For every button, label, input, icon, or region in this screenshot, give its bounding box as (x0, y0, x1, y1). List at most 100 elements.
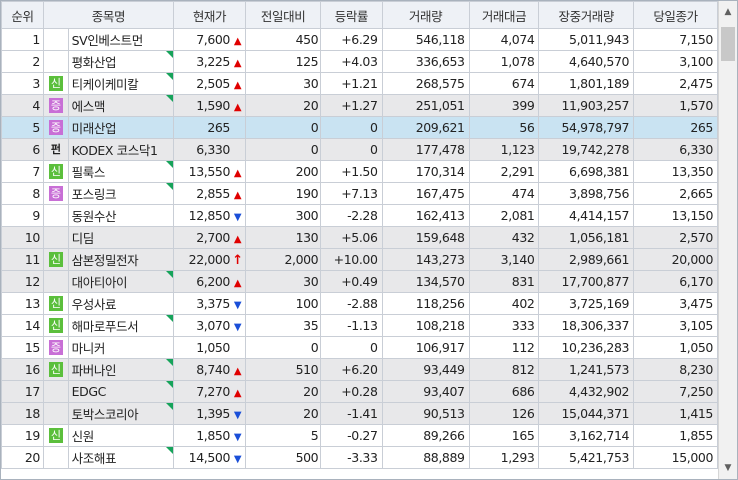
stock-name[interactable]: 사조해표 (72, 451, 117, 466)
header-name[interactable]: 종목명 (42, 1, 174, 29)
cell-name[interactable]: KODEX 코스닥1 (67, 138, 174, 161)
cell-change: 20 (244, 402, 322, 425)
header-intraday-volume[interactable]: 장중거래량 (538, 1, 635, 29)
cell-name[interactable]: 포스링크 (67, 182, 174, 205)
scroll-up-icon[interactable]: ▲ (719, 1, 737, 23)
stock-name[interactable]: 해마로푸드서 (72, 319, 139, 334)
stock-name[interactable]: 디딤 (72, 231, 95, 246)
cell-close: 15,000 (633, 446, 718, 469)
table-row[interactable]: 6 펀 KODEX 코스닥1 6,330 0 0 177,478 1,123 19,742,27… (1, 138, 718, 161)
stock-name[interactable]: 마니커 (72, 341, 106, 356)
table-row[interactable]: 15 증 마니커 1,050 0 0 106,917 112 10,236,283 1,050 (1, 336, 718, 359)
cell-badge: 신 (42, 424, 69, 447)
table-row[interactable]: 1 SV인베스트먼 7,600 ▲ 450 +6.29 546,118 4,074 5,011,… (1, 28, 718, 51)
cell-rank: 4 (1, 94, 44, 117)
stock-name[interactable]: EDGC (72, 384, 107, 399)
cell-badge: 신 (42, 160, 69, 183)
stock-name[interactable]: 티케이케미칼 (72, 77, 139, 92)
stock-name[interactable]: 신원 (72, 429, 95, 444)
table-row[interactable]: 9 동원수산 12,850 ▼ 300 -2.28 162,413 2,081 4,414,15… (1, 204, 718, 227)
up-arrow-icon: ▲ (233, 366, 242, 377)
cell-price: 7,600 ▲ (172, 28, 247, 51)
cell-intraday-volume: 54,978,797 (538, 116, 635, 139)
cell-name[interactable]: 동원수산 (67, 204, 174, 227)
cell-name[interactable]: 파버나인 (67, 358, 174, 381)
table-row[interactable]: 17 EDGC 7,270 ▲ 20 +0.28 93,407 686 4,432,902 7,2… (1, 380, 718, 403)
stock-name[interactable]: 미래산업 (72, 121, 117, 136)
cell-intraday-volume: 2,989,661 (538, 248, 635, 271)
stock-name[interactable]: 평화산업 (72, 55, 117, 70)
cell-name[interactable]: SV인베스트먼 (67, 28, 174, 51)
cell-name[interactable]: 에스맥 (67, 94, 174, 117)
cell-name[interactable]: 삼본정밀전자 (67, 248, 174, 271)
scroll-down-icon[interactable]: ▼ (719, 457, 737, 479)
cell-name[interactable]: 미래산업 (67, 116, 174, 139)
table-row[interactable]: 5 증 미래산업 265 0 0 209,621 56 54,978,797 265 (1, 116, 718, 139)
header-change[interactable]: 전일대비 (244, 1, 322, 29)
cell-name[interactable]: 우성사료 (67, 292, 174, 315)
vertical-scrollbar[interactable]: ▲ ▼ (718, 1, 737, 479)
table-row[interactable]: 20 사조해표 14,500 ▼ 500 -3.33 88,889 1,293 5,421,75… (1, 446, 718, 469)
cell-name[interactable]: EDGC (67, 380, 174, 403)
cell-rate: -0.27 (320, 424, 383, 447)
table-row[interactable]: 13 신 우성사료 3,375 ▼ 100 -2.88 118,256 402 3,725,169… (1, 292, 718, 315)
stock-name[interactable]: 포스링크 (72, 187, 117, 202)
table-row[interactable]: 14 신 해마로푸드서 3,070 ▼ 35 -1.13 108,218 333 18,306,3… (1, 314, 718, 337)
cell-name[interactable]: 디딤 (67, 226, 174, 249)
table-row[interactable]: 4 증 에스맥 1,590 ▲ 20 +1.27 251,051 399 11,903,257 1,… (1, 94, 718, 117)
table-row[interactable]: 2 평화산업 3,225 ▲ 125 +4.03 336,653 1,078 4,640,570… (1, 50, 718, 73)
cell-close: 1,570 (633, 94, 718, 117)
cell-price: 14,500 ▼ (172, 446, 247, 469)
price-value: 8,740 (196, 362, 230, 377)
stock-name[interactable]: SV인베스트먼 (72, 33, 144, 48)
corner-marker-icon (165, 51, 173, 58)
cell-rank: 3 (1, 72, 44, 95)
table-row[interactable]: 16 신 파버나인 8,740 ▲ 510 +6.20 93,449 812 1,241,573 8… (1, 358, 718, 381)
stock-name[interactable]: 필룩스 (72, 165, 106, 180)
stock-name[interactable]: 토박스코리아 (72, 407, 139, 422)
stock-name[interactable]: 파버나인 (72, 363, 117, 378)
header-price[interactable]: 현재가 (172, 1, 247, 29)
cell-amount: 686 (468, 380, 540, 403)
header-amount[interactable]: 거래대금 (468, 1, 540, 29)
cell-name[interactable]: 필룩스 (67, 160, 174, 183)
table-row[interactable]: 3 신 티케이케미칼 2,505 ▲ 30 +1.21 268,575 674 1,801,189… (1, 72, 718, 95)
table-row[interactable]: 10 디딤 2,700 ▲ 130 +5.06 159,648 432 1,056,181 2,5… (1, 226, 718, 249)
cell-name[interactable]: 해마로푸드서 (67, 314, 174, 337)
corner-marker-icon (165, 271, 173, 278)
table-row[interactable]: 12 대아티아이 6,200 ▲ 30 +0.49 134,570 831 17,700,877… (1, 270, 718, 293)
cell-name[interactable]: 신원 (67, 424, 174, 447)
stock-name[interactable]: 삼본정밀전자 (72, 253, 139, 268)
header-close[interactable]: 당일종가 (633, 1, 718, 29)
header-volume[interactable]: 거래량 (381, 1, 470, 29)
stock-type-badge: 신 (48, 296, 63, 312)
cell-name[interactable]: 티케이케미칼 (67, 72, 174, 95)
cell-name[interactable]: 마니커 (67, 336, 174, 359)
stock-name[interactable]: 우성사료 (72, 297, 117, 312)
cell-rank: 2 (1, 50, 44, 73)
table-row[interactable]: 8 증 포스링크 2,855 ▲ 190 +7.13 167,475 474 3,898,756 2… (1, 182, 718, 205)
cell-name[interactable]: 대아티아이 (67, 270, 174, 293)
cell-name[interactable]: 토박스코리아 (67, 402, 174, 425)
up-arrow-icon: ▲ (233, 102, 242, 113)
cell-price: 2,855 ▲ (172, 182, 247, 205)
cell-intraday-volume: 6,698,381 (538, 160, 635, 183)
stock-name[interactable]: 동원수산 (72, 209, 117, 224)
header-rank[interactable]: 순위 (1, 1, 44, 29)
price-value: 7,600 (196, 32, 230, 47)
stock-name[interactable]: 에스맥 (72, 99, 106, 114)
cell-name[interactable]: 평화산업 (67, 50, 174, 73)
stock-name[interactable]: KODEX 코스닥1 (72, 143, 158, 158)
table-row[interactable]: 18 토박스코리아 1,395 ▼ 20 -1.41 90,513 126 15,044,371… (1, 402, 718, 425)
cell-price: 1,590 ▲ (172, 94, 247, 117)
table-row[interactable]: 19 신 신원 1,850 ▼ 5 -0.27 89,266 165 3,162,714 1,855 (1, 424, 718, 447)
cell-rate: -1.13 (320, 314, 383, 337)
cell-intraday-volume: 3,725,169 (538, 292, 635, 315)
cell-name[interactable]: 사조해표 (67, 446, 174, 469)
stock-name[interactable]: 대아티아이 (72, 275, 128, 290)
header-rate[interactable]: 등락률 (320, 1, 383, 29)
table-row[interactable]: 7 신 필룩스 13,550 ▲ 200 +1.50 170,314 2,291 6,698,38… (1, 160, 718, 183)
corner-marker-icon (165, 161, 173, 168)
table-row[interactable]: 11 신 삼본정밀전자 22,000 ↑ 2,000 +10.00 143,273 3,140 2… (1, 248, 718, 271)
scroll-thumb[interactable] (721, 27, 735, 61)
